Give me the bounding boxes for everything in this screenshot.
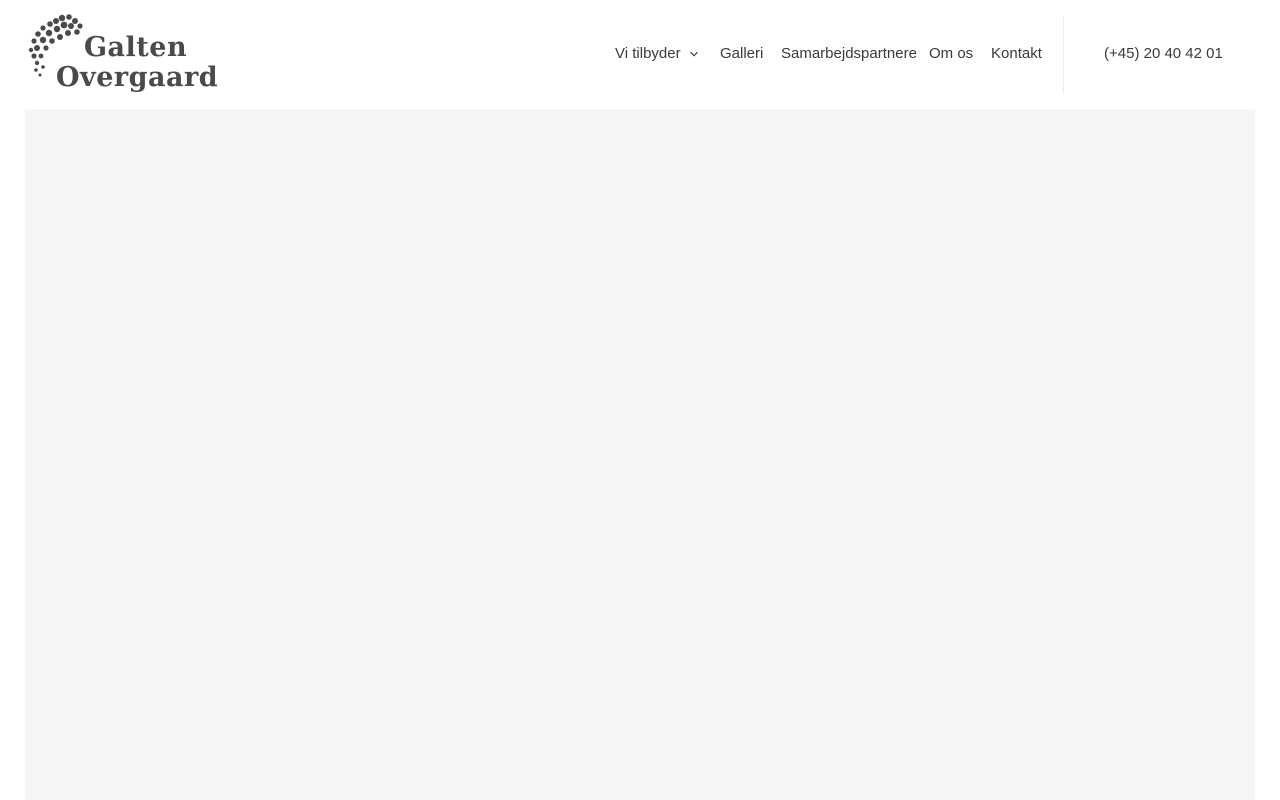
site-header: Galten Overgaard Vi tilbyder Galleri Sam… — [0, 0, 1280, 108]
nav-item-om-os[interactable]: Om os — [929, 42, 973, 66]
header-divider — [1063, 16, 1064, 94]
nav-item-vi-tilbyder[interactable]: Vi tilbyder — [615, 42, 699, 66]
logo-text-line2: Overgaard — [56, 62, 219, 93]
phone-link[interactable]: (+45) 20 40 42 01 — [1104, 42, 1223, 66]
nav-item-kontakt[interactable]: Kontakt — [991, 42, 1042, 66]
nav-item-label: Vi tilbyder — [615, 45, 681, 62]
nav-item-label: Galleri — [720, 45, 764, 62]
hero-banner — [25, 109, 1255, 800]
nav-item-label: Kontakt — [991, 45, 1042, 62]
chevron-down-icon — [689, 51, 698, 57]
nav-item-label: Samarbejdspartnere — [781, 45, 917, 62]
nav-item-label: Om os — [929, 45, 974, 62]
main-nav: Vi tilbyder Galleri Samarbejdspartnere O… — [0, 42, 1280, 66]
nav-item-samarbejdspartnere[interactable]: Samarbejdspartnere — [781, 42, 917, 66]
nav-item-galleri[interactable]: Galleri — [720, 42, 763, 66]
